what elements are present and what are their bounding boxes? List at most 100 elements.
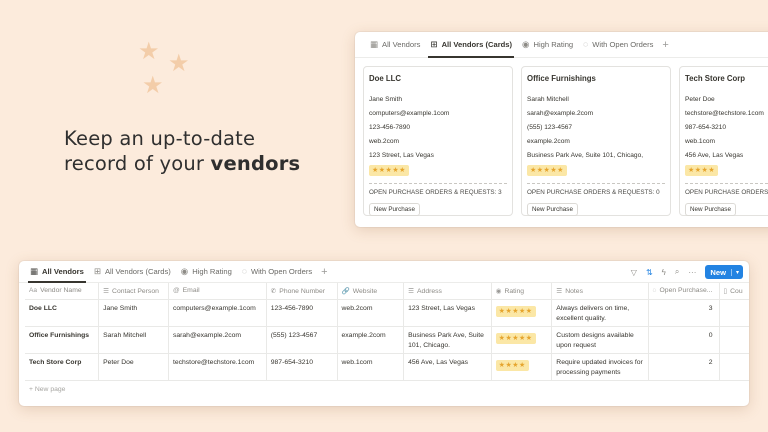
cell-contact[interactable]: Sarah Mitchell	[98, 326, 169, 354]
card-email: sarah@example.2com	[527, 110, 594, 117]
cell-rating[interactable]: ★★★★★	[491, 326, 553, 354]
card-contact: Jane Smith	[369, 96, 402, 103]
new-button-label: New	[710, 267, 726, 277]
add-view-button[interactable]: +	[658, 39, 672, 51]
filter-icon[interactable]: ▽	[631, 268, 637, 277]
card-list: Doe LLC Jane Smith computers@example.1co…	[355, 58, 768, 216]
cell-email[interactable]: computers@example.1com	[168, 299, 267, 327]
cell-email[interactable]: techstore@techstore.1com	[168, 353, 267, 381]
table-row[interactable]: Doe LLC Jane Smith computers@example.1co…	[25, 299, 749, 327]
table-row[interactable]: Office Furnishings Sarah Mitchell sarah@…	[25, 326, 749, 354]
card-contact: Peter Doe	[685, 96, 715, 103]
tab-label: All Vendors (Cards)	[441, 40, 513, 49]
cell-contact[interactable]: Peter Doe	[98, 353, 169, 381]
tab-with-open-orders[interactable]: ◌ With Open Orders	[578, 32, 658, 57]
hero-line-2: record of your vendors	[64, 151, 300, 176]
tab-all-vendors-cards[interactable]: ⊞ All Vendors (Cards)	[425, 32, 517, 58]
column-label: Vendor Name	[40, 287, 82, 295]
cell-open-orders[interactable]: 2	[648, 353, 720, 381]
tab-all-vendors[interactable]: ▦ All Vendors	[25, 261, 89, 283]
vendor-card[interactable]: Tech Store Corp Peter Doe techstore@tech…	[679, 66, 768, 216]
cell-notes[interactable]: Custom designs available upon request	[551, 326, 649, 354]
column-header[interactable]: @ Email	[168, 283, 267, 300]
rollup-icon: ◌	[652, 287, 657, 295]
cell-website[interactable]: web.1com	[337, 353, 405, 381]
cell-notes[interactable]: Require updated invoices for processing …	[551, 353, 649, 381]
more-options-icon[interactable]: ···	[688, 268, 696, 277]
cell-notes[interactable]: Always delivers on time, excellent quali…	[551, 299, 649, 327]
card-address: 123 Street, Las Vegas	[369, 152, 434, 159]
vendor-card[interactable]: Doe LLC Jane Smith computers@example.1co…	[363, 66, 513, 216]
new-purchase-button[interactable]: New Purchase	[685, 203, 736, 216]
link-icon: 🔗	[341, 287, 350, 295]
cell-count[interactable]	[719, 299, 749, 327]
column-header[interactable]: Aa Vendor Name	[25, 283, 100, 300]
table-row[interactable]: Tech Store Corp Peter Doe techstore@tech…	[25, 353, 749, 381]
column-header[interactable]: ▯ Cou	[719, 283, 749, 300]
cell-open-orders[interactable]: 3	[648, 299, 720, 327]
tab-label: With Open Orders	[592, 40, 654, 49]
new-purchase-button[interactable]: New Purchase	[369, 203, 420, 216]
tab-high-rating[interactable]: ◉ High Rating	[517, 32, 578, 57]
cell-website[interactable]: example.2com	[337, 326, 405, 354]
cell-address[interactable]: 456 Ave, Las Vegas	[403, 353, 492, 381]
search-icon[interactable]: ⌕	[675, 267, 679, 277]
hero-line-1: Keep an up-to-date	[64, 127, 256, 150]
column-header[interactable]: ☰ Address	[403, 283, 492, 300]
cell-phone[interactable]: 987-654-3210	[266, 353, 338, 381]
cell-count[interactable]	[719, 353, 749, 381]
column-label: Notes	[565, 287, 583, 295]
cell-address[interactable]: Business Park Ave, Suite 101, Chicago.	[403, 326, 492, 354]
new-button[interactable]: New ▾	[705, 265, 743, 279]
column-header[interactable]: ✆ Phone Number	[266, 283, 338, 300]
cell-vendor-name[interactable]: Office Furnishings	[25, 326, 100, 354]
tab-label: All Vendors (Cards)	[104, 267, 171, 276]
new-page-button[interactable]: + New page	[19, 381, 749, 393]
view-tabs: ▦ All Vendors ⊞ All Vendors (Cards) ◉ High …	[355, 32, 768, 58]
cell-phone[interactable]: 123-456-7890	[266, 299, 338, 327]
automation-bolt-icon[interactable]: ϟ	[662, 268, 666, 277]
rating-badge: ★★★★★	[527, 165, 567, 176]
column-label: Cou	[730, 287, 743, 295]
vendor-card[interactable]: Office Furnishings Sarah Mitchell sarah@…	[521, 66, 671, 216]
phone-icon: ✆	[270, 287, 277, 295]
column-header[interactable]: ◌ Open Purchase...	[648, 283, 720, 300]
cell-contact[interactable]: Jane Smith	[98, 299, 169, 327]
cell-rating[interactable]: ★★★★	[491, 353, 553, 381]
trash-icon: ▯	[723, 287, 728, 295]
card-open-orders: OPEN PURCHASE ORDERS & REQUESTS: 2	[685, 189, 768, 196]
cell-website[interactable]: web.2com	[337, 299, 405, 327]
tab-with-open-orders[interactable]: ◌ With Open Orders	[237, 261, 317, 282]
cell-address[interactable]: 123 Street, Las Vegas	[403, 299, 492, 327]
column-header[interactable]: ◉ Rating	[491, 283, 553, 300]
gallery-icon: ⊞	[430, 39, 438, 50]
tab-label: High Rating	[533, 40, 574, 49]
card-rating-row: ★★★★★	[527, 163, 665, 176]
column-header[interactable]: ☰ Contact Person	[98, 283, 169, 300]
cell-open-orders[interactable]: 0	[648, 326, 720, 354]
cell-count[interactable]	[719, 326, 749, 354]
column-header[interactable]: ☰ Notes	[551, 283, 649, 300]
cell-phone[interactable]: (555) 123-4567	[266, 326, 338, 354]
add-view-button[interactable]: +	[317, 266, 331, 278]
dashed-divider	[527, 183, 665, 184]
tab-all-vendors-cards[interactable]: ⊞ All Vendors (Cards)	[89, 261, 176, 282]
rating-badge: ★★★★	[685, 165, 719, 176]
hero-line-2-bold: vendors	[210, 152, 301, 175]
chevron-down-icon[interactable]: ▾	[730, 268, 743, 276]
tab-all-vendors[interactable]: ▦ All Vendors	[365, 32, 425, 57]
column-label: Address	[417, 287, 442, 295]
loading-circle-icon: ◌	[241, 266, 247, 277]
sort-icon[interactable]: ⇅	[646, 268, 653, 277]
column-header[interactable]: 🔗 Website	[337, 283, 405, 300]
star-decoration-icon: ★	[142, 72, 164, 99]
cell-vendor-name[interactable]: Doe LLC	[25, 299, 100, 327]
cell-rating[interactable]: ★★★★★	[491, 299, 553, 327]
cell-email[interactable]: sarah@example.2com	[168, 326, 267, 354]
new-purchase-button[interactable]: New Purchase	[527, 203, 578, 216]
cell-vendor-name[interactable]: Tech Store Corp	[25, 353, 100, 381]
lines-icon: ☰	[408, 287, 414, 295]
tab-label: All Vendors	[382, 40, 421, 49]
tab-high-rating[interactable]: ◉ High Rating	[176, 261, 237, 282]
card-open-orders: OPEN PURCHASE ORDERS & REQUESTS: 0	[527, 189, 660, 196]
